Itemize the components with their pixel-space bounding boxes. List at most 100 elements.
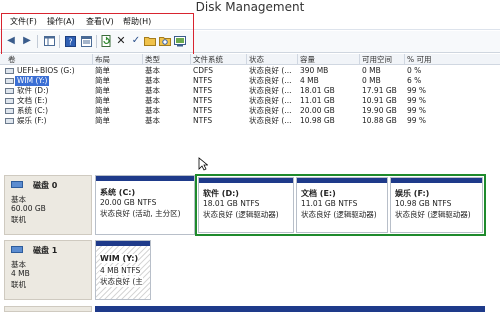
col-header-percent-free[interactable]: % 可用: [404, 54, 432, 65]
volume-capacity: 18.01 GB: [300, 86, 335, 95]
volume-filesystem: NTFS: [193, 116, 213, 125]
volume-layout: 简单: [95, 86, 110, 95]
menu-view[interactable]: 查看(V): [84, 16, 116, 28]
volume-icon: [5, 68, 14, 74]
volume-row[interactable]: 娱乐 (F:) 简单 基本 NTFS 状态良好 (... 10.98 GB 10…: [0, 116, 500, 126]
volume-percent: 0 %: [407, 66, 422, 75]
check-icon[interactable]: ✓: [129, 34, 143, 48]
back-icon[interactable]: ◀: [4, 34, 18, 48]
disk-icon: [11, 246, 23, 253]
search-icon[interactable]: [158, 34, 172, 48]
partition-size: 10.98 GB NTFS: [395, 199, 452, 208]
partition-status: 状态良好 (逻辑驱动器): [203, 210, 279, 219]
partition-bar: [297, 178, 387, 183]
volume-list: 卷 布局 类型 文件系统 状态 容量 可用空间 % 可用 UEFI+BIOS (…: [0, 54, 500, 138]
toolbar-separator: [37, 35, 38, 48]
volume-name: 系统 (C:): [17, 106, 48, 115]
toolbar: ◀ ▶ ? ✕ ✓: [0, 31, 500, 53]
volume-status: 状态良好 (...: [249, 66, 292, 75]
volume-filesystem: NTFS: [193, 86, 213, 95]
pane-gap: [0, 138, 500, 174]
disk-size: 4 MB: [11, 269, 30, 278]
console-tree-icon[interactable]: [42, 34, 56, 48]
volume-name: UEFI+BIOS (G:): [17, 66, 75, 75]
volume-free: 19.90 GB: [362, 106, 397, 115]
volume-capacity: 4 MB: [300, 76, 319, 85]
partition-name: 软件 (D:): [203, 189, 239, 198]
volume-filesystem: NTFS: [193, 106, 213, 115]
volume-status: 状态良好 (...: [249, 96, 292, 105]
volume-layout: 简单: [95, 66, 110, 75]
volume-filesystem: NTFS: [193, 76, 213, 85]
open-icon[interactable]: [143, 34, 157, 48]
col-header-layout[interactable]: 布局: [92, 54, 110, 65]
volume-row[interactable]: UEFI+BIOS (G:) 简单 基本 CDFS 状态良好 (... 390 …: [0, 66, 500, 76]
volume-free: 10.88 GB: [362, 116, 397, 125]
partition-status: 状态良好 (主: [100, 276, 143, 287]
volume-layout: 简单: [95, 116, 110, 125]
partition-bar: [199, 178, 293, 183]
col-header-volume[interactable]: 卷: [0, 54, 16, 65]
partition-d[interactable]: 软件 (D:) 18.01 GB NTFS 状态良好 (逻辑驱动器): [198, 177, 294, 233]
partition-name: 娱乐 (F:): [395, 189, 430, 198]
partition-c[interactable]: 系统 (C:) 20.00 GB NTFS 状态良好 (活动, 主分区): [95, 175, 195, 235]
volume-capacity: 390 MB: [300, 66, 329, 75]
partition-status: 状态良好 (活动, 主分区): [100, 209, 181, 218]
col-header-filesystem[interactable]: 文件系统: [190, 54, 223, 65]
partition-size: 20.00 GB NTFS: [100, 198, 157, 207]
col-header-free-space[interactable]: 可用空间: [359, 54, 392, 65]
disk-name: 磁盘 1: [33, 246, 58, 255]
volume-type: 基本: [145, 76, 160, 85]
partition-e[interactable]: 文档 (E:) 11.01 GB NTFS 状态良好 (逻辑驱动器): [296, 177, 388, 233]
volume-free: 10.91 GB: [362, 96, 397, 105]
col-header-type[interactable]: 类型: [142, 54, 160, 65]
menu-file[interactable]: 文件(F): [8, 16, 39, 28]
disk-2-partition-bar[interactable]: [95, 306, 485, 312]
volume-row[interactable]: WIM (Y:) 简单 基本 NTFS 状态良好 (... 4 MB 0 MB …: [0, 76, 500, 86]
disk-1-label[interactable]: 磁盘 1 基本 4 MB 联机: [4, 240, 92, 300]
help-icon[interactable]: ?: [63, 34, 77, 48]
volume-capacity: 20.00 GB: [300, 106, 335, 115]
volume-free: 0 MB: [362, 66, 381, 75]
col-header-status[interactable]: 状态: [246, 54, 264, 65]
volume-row[interactable]: 系统 (C:) 简单 基本 NTFS 状态良好 (... 20.00 GB 19…: [0, 106, 500, 116]
volume-type: 基本: [145, 106, 160, 115]
volume-type: 基本: [145, 116, 160, 125]
partition-size: 18.01 GB NTFS: [203, 199, 260, 208]
toolbar-separator: [96, 35, 97, 48]
refresh-icon[interactable]: [99, 34, 113, 48]
disk-2-label[interactable]: [4, 306, 92, 312]
disk-0-label[interactable]: 磁盘 0 基本 60.00 GB 联机: [4, 175, 92, 235]
volume-row[interactable]: 软件 (D:) 简单 基本 NTFS 状态良好 (... 18.01 GB 17…: [0, 86, 500, 96]
window-title: Disk Management: [195, 0, 305, 14]
partition-y[interactable]: WIM (Y:) 4 MB NTFS 状态良好 (主: [95, 240, 151, 300]
volume-type: 基本: [145, 86, 160, 95]
properties-icon[interactable]: [79, 34, 93, 48]
title-bar: Disk Management: [0, 0, 500, 14]
volume-layout: 简单: [95, 106, 110, 115]
volume-percent: 99 %: [407, 116, 427, 125]
volume-type: 基本: [145, 96, 160, 105]
volume-capacity: 10.98 GB: [300, 116, 335, 125]
volume-name: 文档 (E:): [17, 96, 48, 105]
menu-help[interactable]: 帮助(H): [121, 16, 153, 28]
volume-capacity: 11.01 GB: [300, 96, 335, 105]
volume-percent: 99 %: [407, 106, 427, 115]
col-header-capacity[interactable]: 容量: [297, 54, 315, 65]
partition-name: 系统 (C:): [100, 188, 136, 197]
volume-type: 基本: [145, 66, 160, 75]
delete-icon[interactable]: ✕: [114, 34, 128, 48]
forward-icon[interactable]: ▶: [20, 34, 34, 48]
volume-filesystem: NTFS: [193, 96, 213, 105]
partition-bar: [96, 176, 194, 181]
partition-size: 11.01 GB NTFS: [301, 199, 358, 208]
volume-row[interactable]: 文档 (E:) 简单 基本 NTFS 状态良好 (... 11.01 GB 10…: [0, 96, 500, 106]
volume-icon: [5, 108, 14, 114]
volume-filesystem: CDFS: [193, 66, 213, 75]
volume-icon: [5, 118, 14, 124]
console-icon[interactable]: [173, 34, 187, 48]
menu-action[interactable]: 操作(A): [45, 16, 77, 28]
volume-icon: [5, 88, 14, 94]
partition-f[interactable]: 娱乐 (F:) 10.98 GB NTFS 状态良好 (逻辑驱动器): [390, 177, 483, 233]
menu-bar: 文件(F) 操作(A) 查看(V) 帮助(H): [0, 14, 500, 30]
